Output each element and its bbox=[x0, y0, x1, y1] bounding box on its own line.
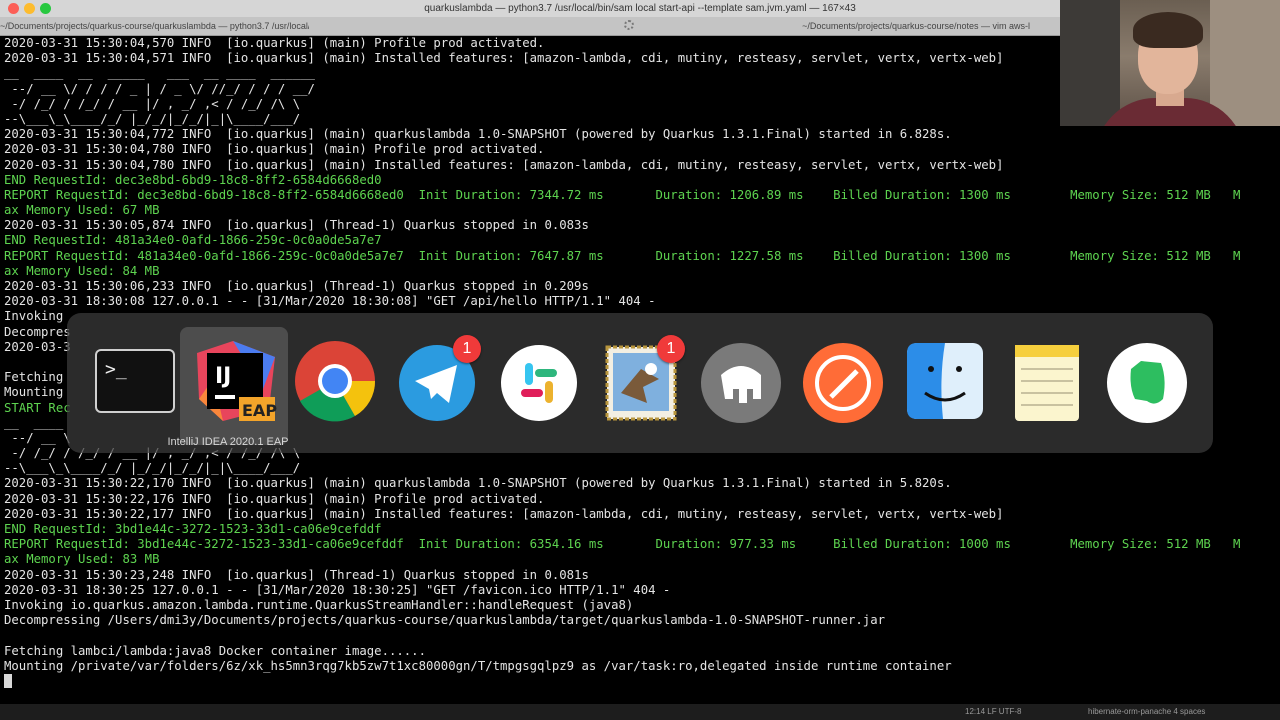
terminal-line: --\___\_\____/_/ |_/_/|_/_/|_|\____/___/ bbox=[4, 461, 301, 476]
tab-notes[interactable]: ~/Documents/projects/quarkus-course/note… bbox=[640, 17, 1030, 35]
terminal-line: Invoking io.quarkus.amazon.lambda.runtim… bbox=[4, 597, 634, 612]
terminal-line: 2020-03-31 15:30:22,177 INFO [io.quarkus… bbox=[4, 506, 1004, 521]
terminal-line: ax Memory Used: 84 MB bbox=[4, 263, 160, 278]
loading-spinner-icon bbox=[624, 20, 634, 30]
terminal-line: 2020-03-31 15:30:23,248 INFO [io.quarkus… bbox=[4, 567, 589, 582]
terminal-line: Decompressing /Users/dmi3y/Documents/pro… bbox=[4, 613, 885, 628]
webcam-wall bbox=[1060, 0, 1120, 126]
app-mail[interactable]: 1 bbox=[595, 335, 687, 427]
terminal-line: 2020-03-31 15:30:04,780 INFO [io.quarkus… bbox=[4, 142, 545, 157]
terminal-line: END RequestId: dec3e8bd-6bd9-18c8-8ff2-6… bbox=[4, 172, 382, 187]
notification-badge: 1 bbox=[453, 335, 481, 363]
postman-icon bbox=[803, 343, 883, 423]
status-bar: 12:14 LF UTF-8 hibernate-orm-panache 4 s… bbox=[0, 704, 1280, 720]
app-notes[interactable] bbox=[1001, 335, 1093, 427]
app-intellij[interactable]: IJ EAP bbox=[189, 335, 281, 427]
svg-text:>_: >_ bbox=[105, 359, 127, 380]
evernote-icon bbox=[1107, 343, 1187, 423]
terminal-line: REPORT RequestId: 481a34e0-0afd-1866-259… bbox=[4, 248, 1241, 263]
app-chrome[interactable] bbox=[289, 335, 381, 427]
terminal-prompt-line[interactable] bbox=[4, 674, 1276, 689]
chrome-icon bbox=[295, 341, 376, 422]
webcam-person-hair bbox=[1133, 12, 1203, 48]
tab-quarkuslambda[interactable]: ~/Documents/projects/quarkus-course/quar… bbox=[0, 17, 309, 35]
terminal-line: 2020-03-31 15:30:22,170 INFO [io.quarkus… bbox=[4, 476, 952, 491]
terminal-line: ax Memory Used: 67 MB bbox=[4, 203, 160, 218]
terminal-line: 2020-03-31 18:30:08 127.0.0.1 - - [31/Ma… bbox=[4, 294, 656, 309]
notes-icon bbox=[1015, 345, 1079, 421]
app-slack[interactable] bbox=[493, 335, 585, 427]
terminal-line: 2020-03-31 15:30:06,233 INFO [io.quarkus… bbox=[4, 279, 589, 293]
status-left: 12:14 LF UTF-8 bbox=[965, 707, 1022, 716]
elephant-icon bbox=[701, 343, 781, 423]
terminal-line: Fetching lambci/lambda:java8 Docker cont… bbox=[4, 643, 426, 658]
terminal-line: 2020-03-31 15:30:04,772 INFO [io.quarkus… bbox=[4, 127, 952, 142]
app-finder[interactable] bbox=[899, 335, 991, 427]
terminal-line: 2020-03-31 15:30:04,780 INFO [io.quarkus… bbox=[4, 157, 1004, 172]
terminal-cursor bbox=[4, 674, 12, 689]
finder-icon bbox=[907, 343, 983, 419]
svg-text:EAP: EAP bbox=[242, 401, 277, 420]
intellij-icon: IJ EAP bbox=[197, 341, 277, 421]
app-switcher: >_ IJ EAP 1 1 IntelliJ IDEA 2020.1 EAP bbox=[67, 313, 1213, 453]
terminal-line: REPORT RequestId: dec3e8bd-6bd9-18c8-8ff… bbox=[4, 187, 1241, 202]
terminal-line: 2020-03-31 15:30:22,176 INFO [io.quarkus… bbox=[4, 491, 545, 506]
terminal-line: ax Memory Used: 83 MB bbox=[4, 552, 160, 567]
app-sequel-pro[interactable] bbox=[695, 335, 787, 427]
notification-badge: 1 bbox=[657, 335, 685, 363]
app-telegram[interactable]: 1 bbox=[391, 335, 483, 427]
slack-icon bbox=[501, 345, 577, 421]
terminal-line: END RequestId: 481a34e0-0afd-1866-259c-0… bbox=[4, 233, 382, 248]
webcam-door bbox=[1210, 0, 1280, 126]
status-right: hibernate-orm-panache 4 spaces bbox=[1088, 707, 1206, 716]
app-evernote[interactable] bbox=[1101, 335, 1193, 427]
selected-app-label: IntelliJ IDEA 2020.1 EAP bbox=[167, 436, 289, 448]
terminal-line: 2020-03-31 15:30:05,874 INFO [io.quarkus… bbox=[4, 218, 589, 233]
terminal-line: Mounting /private/var/folders/6z/xk_hs5m… bbox=[4, 658, 952, 673]
terminal-line: END RequestId: 3bd1e44c-3272-1523-33d1-c… bbox=[4, 522, 382, 536]
app-postman[interactable] bbox=[797, 335, 889, 427]
svg-text:IJ: IJ bbox=[215, 364, 231, 389]
terminal-line: REPORT RequestId: 3bd1e44c-3272-1523-33d… bbox=[4, 537, 1241, 552]
terminal-line: 2020-03-31 18:30:25 127.0.0.1 - - [31/Ma… bbox=[4, 582, 671, 597]
terminal-icon: >_ bbox=[95, 349, 175, 413]
app-terminal[interactable]: >_ bbox=[89, 335, 181, 427]
webcam-overlay bbox=[1060, 0, 1280, 126]
